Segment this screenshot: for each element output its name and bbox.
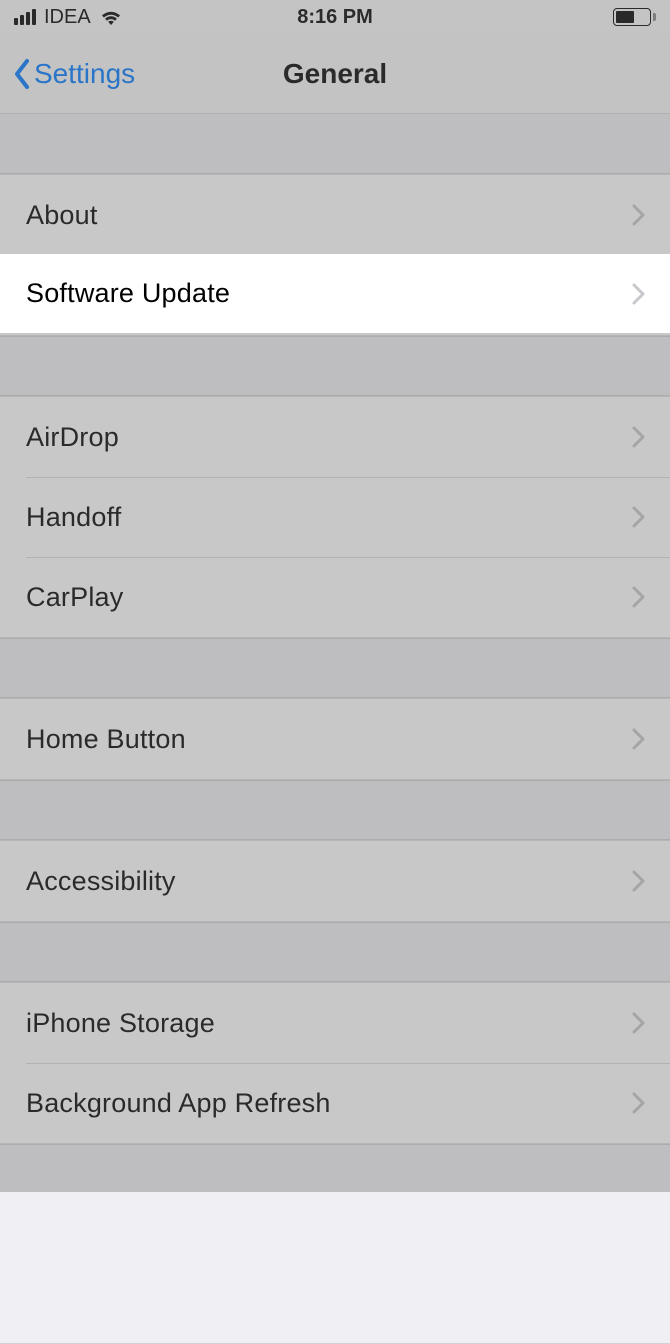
status-time: 8:16 PM — [297, 6, 373, 29]
carrier-label: IDEA — [44, 6, 91, 29]
wifi-icon — [99, 8, 123, 26]
chevron-right-icon — [632, 1012, 646, 1034]
chevron-right-icon — [632, 283, 646, 305]
page-title: General — [283, 58, 387, 90]
row-background-app-refresh[interactable]: Background App Refresh — [0, 1063, 670, 1143]
row-software-update-highlight[interactable]: Software Update — [0, 254, 670, 333]
status-bar: IDEA 8:16 PM — [0, 0, 670, 34]
section-spacer — [0, 1144, 670, 1344]
section-spacer — [0, 336, 670, 396]
row-label: Accessibility — [26, 866, 176, 897]
row-label: Handoff — [26, 502, 121, 533]
section-spacer — [0, 922, 670, 982]
row-label: Background App Refresh — [26, 1088, 331, 1119]
row-airdrop[interactable]: AirDrop — [0, 397, 670, 477]
chevron-right-icon — [632, 586, 646, 608]
row-label: Software Update — [26, 278, 230, 309]
row-handoff[interactable]: Handoff — [0, 477, 670, 557]
row-label: iPhone Storage — [26, 1008, 215, 1039]
row-home-button[interactable]: Home Button — [0, 699, 670, 779]
chevron-left-icon — [12, 57, 32, 91]
battery-icon — [613, 8, 656, 26]
chevron-right-icon — [632, 426, 646, 448]
section-spacer — [0, 780, 670, 840]
row-carplay[interactable]: CarPlay — [0, 557, 670, 637]
nav-bar: Settings General — [0, 34, 670, 114]
row-iphone-storage[interactable]: iPhone Storage — [0, 983, 670, 1063]
chevron-right-icon — [632, 728, 646, 750]
back-button[interactable]: Settings — [12, 57, 135, 91]
back-label: Settings — [34, 58, 135, 90]
row-accessibility[interactable]: Accessibility — [0, 841, 670, 921]
row-about[interactable]: About — [0, 175, 670, 255]
row-label: About — [26, 200, 98, 231]
section-spacer — [0, 114, 670, 174]
chevron-right-icon — [632, 506, 646, 528]
chevron-right-icon — [632, 1092, 646, 1114]
section-spacer — [0, 638, 670, 698]
row-label: AirDrop — [26, 422, 119, 453]
chevron-right-icon — [632, 204, 646, 226]
chevron-right-icon — [632, 870, 646, 892]
cellular-signal-icon — [14, 9, 36, 25]
row-label: Home Button — [26, 724, 186, 755]
row-label: CarPlay — [26, 582, 123, 613]
